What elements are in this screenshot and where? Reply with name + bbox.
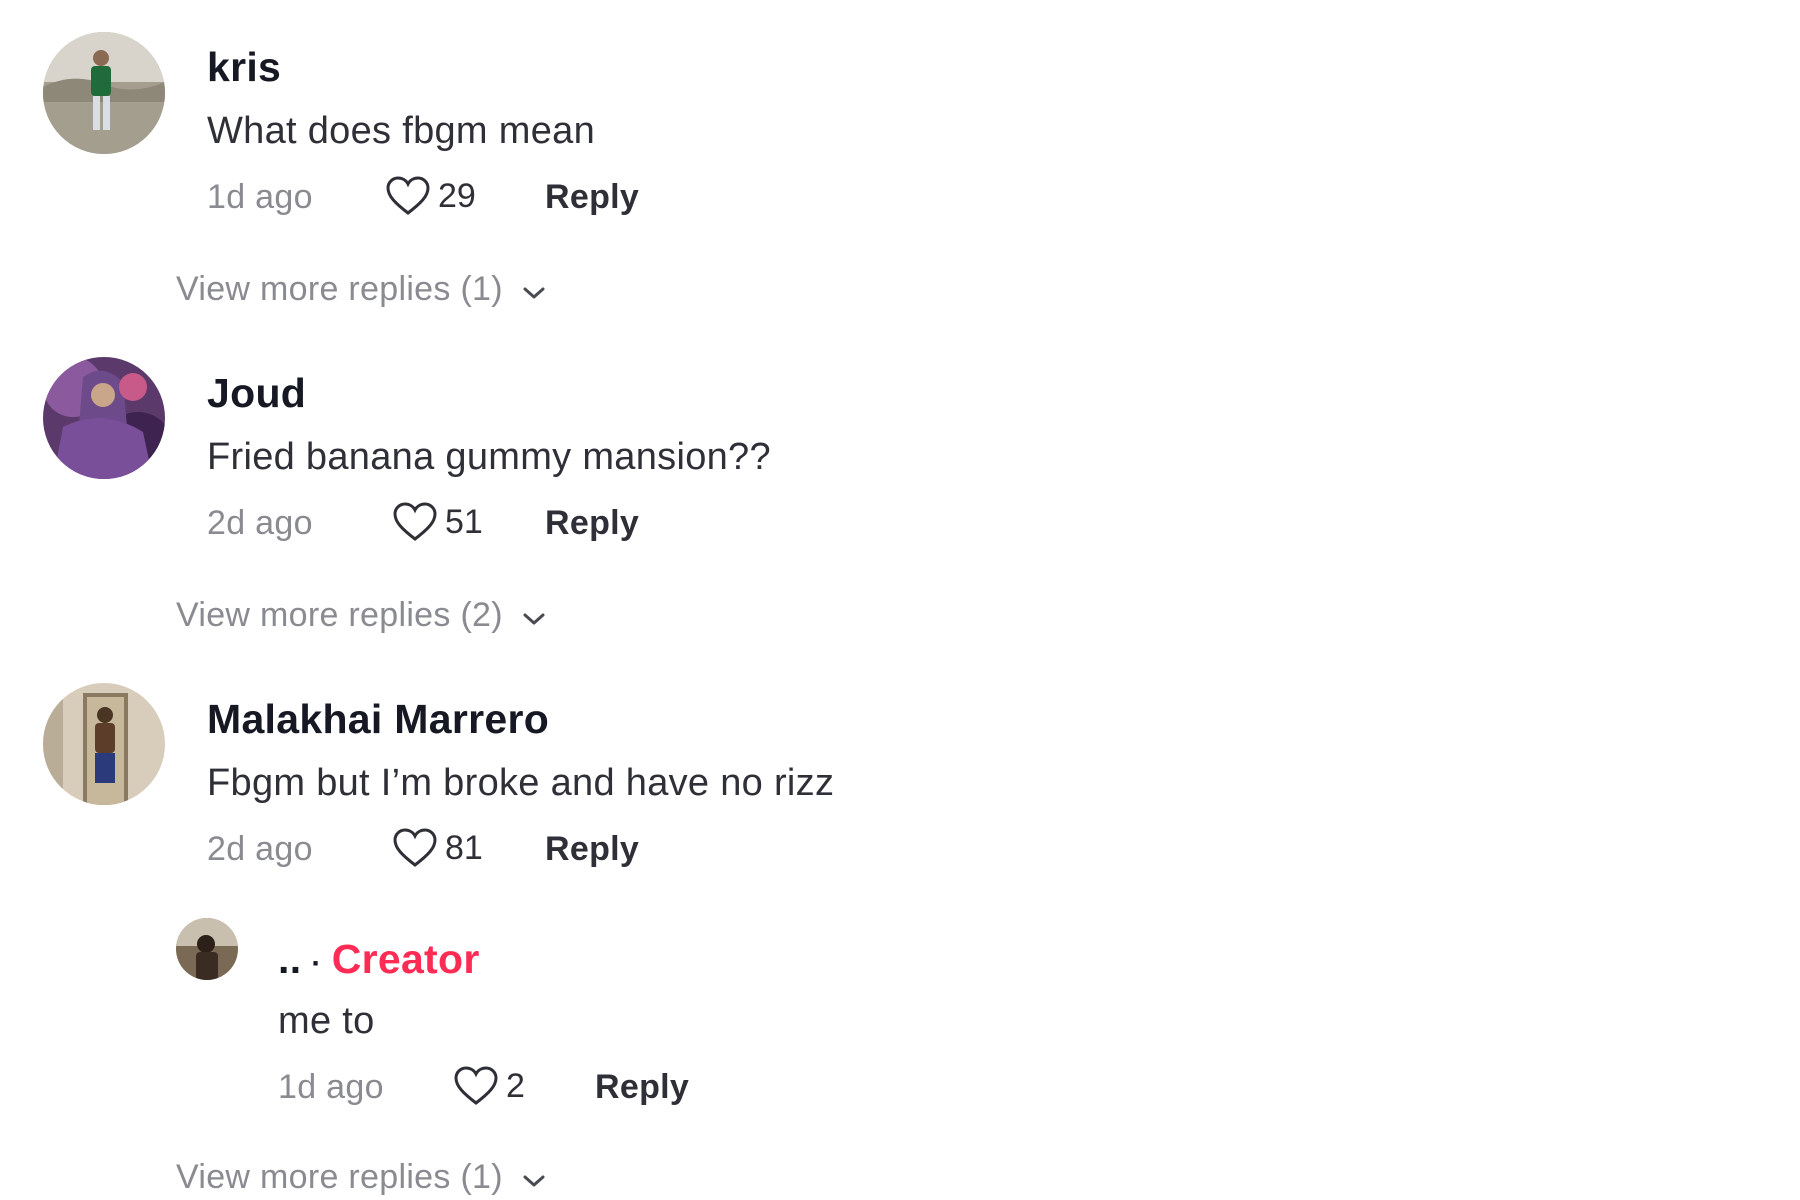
view-more-replies-button[interactable]: View more replies (1) xyxy=(176,1158,547,1197)
like-count: 2 xyxy=(506,1066,525,1105)
comment-timestamp: 2d ago xyxy=(207,830,313,868)
comment-text: Fbgm but I’m broke and have no rizz xyxy=(207,762,835,804)
separator-dot: · xyxy=(311,947,322,980)
like-button[interactable]: 51 xyxy=(392,501,483,543)
comment-username[interactable]: kris xyxy=(207,44,281,91)
heart-icon xyxy=(386,176,430,215)
avatar[interactable] xyxy=(43,357,165,479)
view-more-replies-button[interactable]: View more replies (2) xyxy=(176,596,547,635)
chevron-down-icon xyxy=(523,1175,545,1186)
comment-timestamp: 2d ago xyxy=(207,504,313,542)
comment-username[interactable]: Malakhai Marrero xyxy=(207,696,549,743)
avatar[interactable] xyxy=(176,918,238,980)
chevron-down-icon xyxy=(523,287,545,298)
reply-text: me to xyxy=(278,1000,375,1042)
reply-username: .. · Creator xyxy=(278,936,480,983)
comment-text: What does fbgm mean xyxy=(207,110,596,152)
like-button[interactable]: 81 xyxy=(392,827,483,869)
view-more-replies-label: View more replies (1) xyxy=(176,1158,503,1196)
reply-button[interactable]: Reply xyxy=(595,1068,689,1107)
reply-username-text[interactable]: .. xyxy=(278,936,301,982)
reply-button[interactable]: Reply xyxy=(545,504,639,543)
chevron-down-icon xyxy=(523,613,545,624)
creator-badge: Creator xyxy=(331,936,480,982)
reply-button[interactable]: Reply xyxy=(545,830,639,869)
heart-icon xyxy=(454,1066,498,1105)
like-count: 81 xyxy=(445,828,483,867)
view-more-replies-label: View more replies (2) xyxy=(176,596,503,634)
reply-button[interactable]: Reply xyxy=(545,178,639,217)
view-more-replies-button[interactable]: View more replies (1) xyxy=(176,270,547,309)
like-count: 51 xyxy=(445,502,483,541)
comment-username[interactable]: Joud xyxy=(207,370,306,417)
view-more-replies-label: View more replies (1) xyxy=(176,270,503,308)
comment-timestamp: 1d ago xyxy=(207,178,313,216)
heart-icon xyxy=(393,828,437,867)
avatar[interactable] xyxy=(43,32,165,154)
comment-text: Fried banana gummy mansion?? xyxy=(207,436,771,478)
like-button[interactable]: 2 xyxy=(453,1065,525,1107)
reply-timestamp: 1d ago xyxy=(278,1068,384,1106)
avatar[interactable] xyxy=(43,683,165,805)
heart-icon xyxy=(393,502,437,541)
like-count: 29 xyxy=(438,176,476,215)
comments-panel: kris What does fbgm mean 1d ago 29 Reply… xyxy=(0,0,1800,1200)
like-button[interactable]: 29 xyxy=(385,175,476,217)
